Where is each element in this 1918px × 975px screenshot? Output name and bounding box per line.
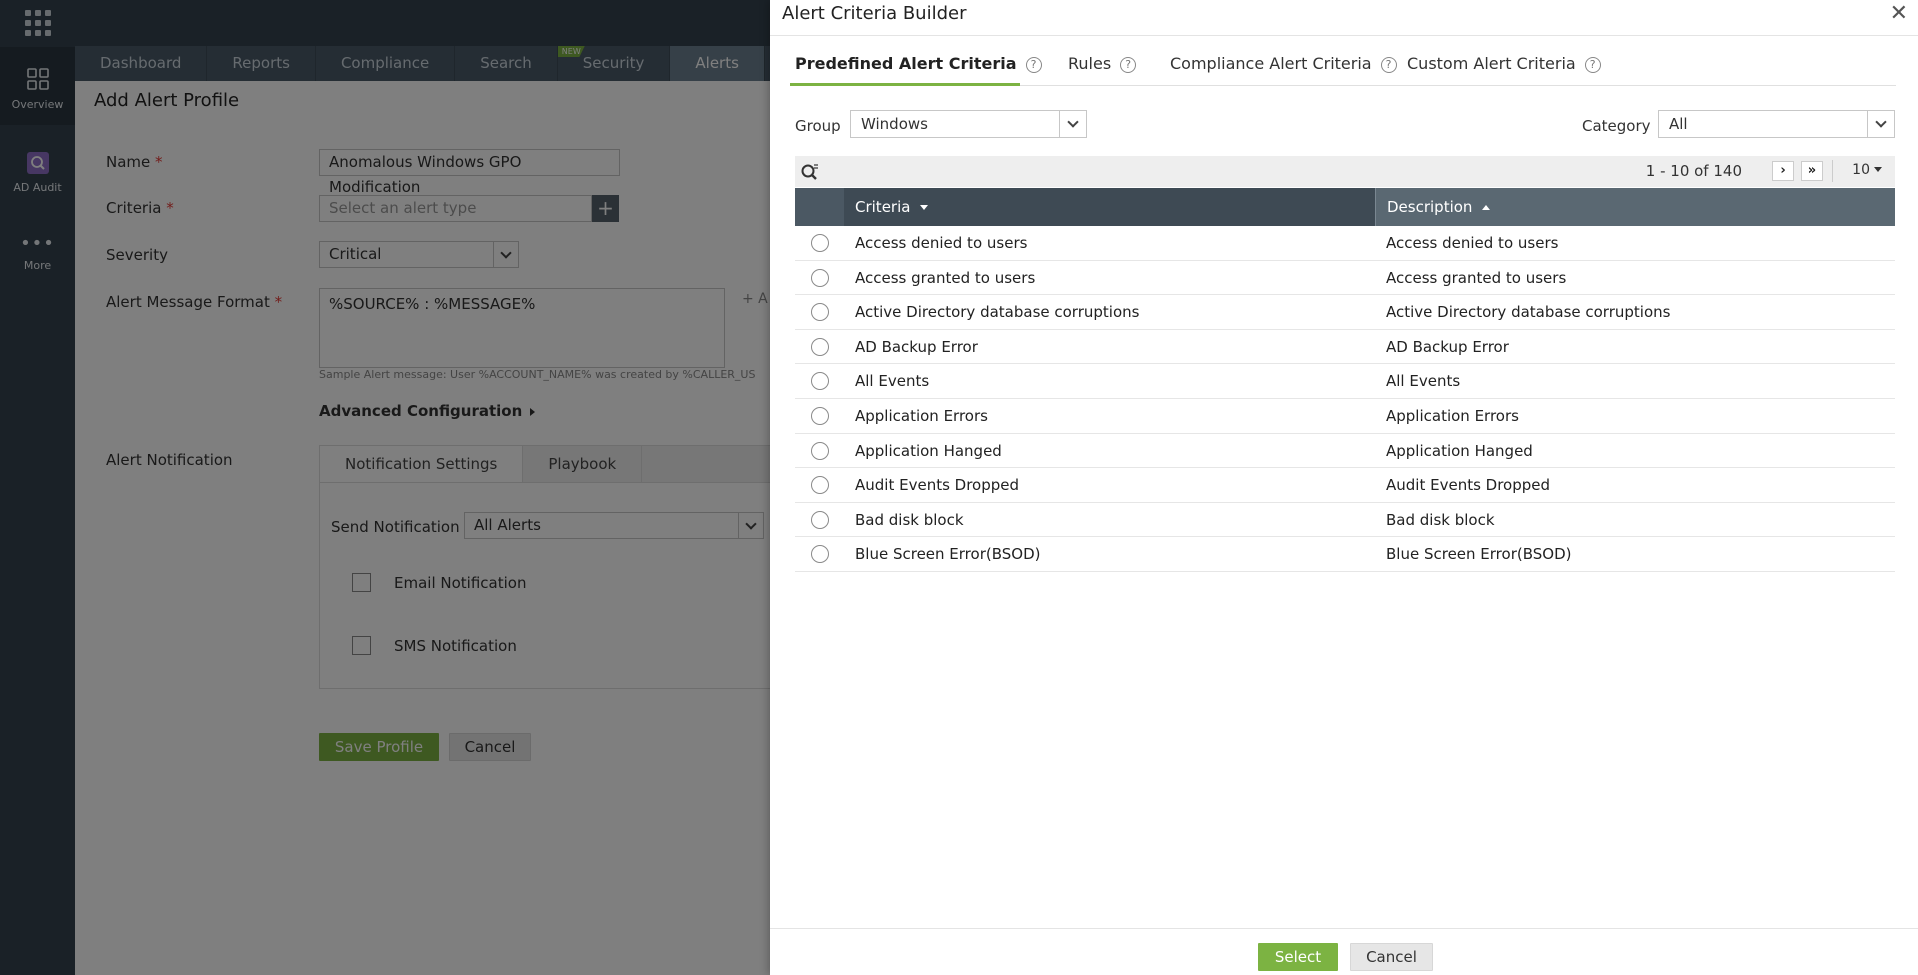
description-cell: All Events bbox=[1386, 372, 1461, 391]
group-select[interactable]: Windows bbox=[850, 110, 1087, 138]
help-icon[interactable]: ? bbox=[1380, 57, 1397, 73]
grid-toolbar: 1 - 10 of 140 › » 10 bbox=[795, 156, 1895, 187]
description-column-header[interactable]: Description bbox=[1375, 188, 1895, 226]
criteria-cell: Active Directory database corruptions bbox=[855, 303, 1140, 322]
category-value: All bbox=[1669, 115, 1688, 133]
description-cell: Application Errors bbox=[1386, 406, 1519, 425]
drawer-cancel-button[interactable]: Cancel bbox=[1350, 943, 1433, 971]
criteria-cell: Access denied to users bbox=[855, 234, 1028, 252]
table-body: Access denied to users Access denied to u… bbox=[795, 226, 1895, 572]
page-size-value: 10 bbox=[1852, 162, 1870, 178]
description-cell: Blue Screen Error(BSOD) bbox=[1386, 545, 1572, 564]
table-row[interactable]: Bad disk block Bad disk block bbox=[795, 503, 1895, 538]
row-radio[interactable] bbox=[811, 372, 829, 391]
tab-label: Compliance Alert Criteria bbox=[1170, 54, 1372, 73]
help-icon[interactable]: ? bbox=[1584, 57, 1601, 73]
modal-backdrop[interactable] bbox=[0, 0, 770, 975]
help-icon[interactable]: ? bbox=[1025, 57, 1042, 73]
category-label: Category bbox=[1582, 117, 1651, 135]
caret-down-icon bbox=[1874, 167, 1882, 172]
row-radio[interactable] bbox=[811, 476, 829, 495]
row-radio[interactable] bbox=[811, 234, 829, 252]
group-value: Windows bbox=[861, 115, 928, 133]
select-button[interactable]: Select bbox=[1258, 943, 1338, 971]
criteria-cell: Bad disk block bbox=[855, 510, 964, 529]
tab-label: Predefined Alert Criteria bbox=[795, 54, 1017, 73]
description-cell: Audit Events Dropped bbox=[1386, 476, 1551, 495]
criteria-cell: Application Hanged bbox=[855, 441, 1002, 460]
table-row[interactable]: Access denied to users Access denied to u… bbox=[795, 226, 1895, 261]
chevron-down-icon bbox=[1867, 111, 1894, 137]
criteria-column-header[interactable]: Criteria bbox=[844, 188, 1375, 226]
description-cell: Access denied to users bbox=[1386, 234, 1559, 252]
criteria-cell: AD Backup Error bbox=[855, 337, 978, 356]
row-radio[interactable] bbox=[811, 406, 829, 425]
category-select[interactable]: All bbox=[1658, 110, 1895, 138]
criteria-cell: Blue Screen Error(BSOD) bbox=[855, 545, 1041, 564]
close-icon[interactable]: ✕ bbox=[1890, 3, 1908, 25]
page-size-select[interactable]: 10 bbox=[1852, 162, 1882, 178]
description-cell: Access granted to users bbox=[1386, 268, 1567, 287]
table-row[interactable]: Active Directory database corruptions Act… bbox=[795, 295, 1895, 330]
row-radio[interactable] bbox=[811, 303, 829, 322]
criteria-tabs: Predefined Alert Criteria? Rules? Compli… bbox=[790, 49, 1896, 86]
table-header: Criteria Description bbox=[795, 188, 1895, 226]
table-row[interactable]: AD Backup Error AD Backup Error bbox=[795, 330, 1895, 365]
description-cell: Application Hanged bbox=[1386, 441, 1533, 460]
sort-down-icon bbox=[920, 205, 929, 210]
description-cell: Active Directory database corruptions bbox=[1386, 303, 1671, 322]
chevron-down-icon bbox=[1059, 111, 1086, 137]
last-page-button[interactable]: » bbox=[1801, 161, 1823, 181]
alert-criteria-builder-drawer: Alert Criteria Builder ✕ Predefined Aler… bbox=[770, 0, 1918, 975]
table-row[interactable]: Access granted to users Access granted to… bbox=[795, 261, 1895, 296]
table-row[interactable]: Audit Events Dropped Audit Events Dropped bbox=[795, 468, 1895, 503]
help-icon[interactable]: ? bbox=[1120, 57, 1137, 73]
row-radio[interactable] bbox=[811, 337, 829, 356]
criteria-cell: All Events bbox=[855, 372, 930, 391]
pagination-info: 1 - 10 of 140 bbox=[1645, 162, 1742, 180]
row-radio[interactable] bbox=[811, 510, 829, 529]
row-radio[interactable] bbox=[811, 441, 829, 460]
row-radio[interactable] bbox=[811, 268, 829, 287]
table-row[interactable]: Application Errors Application Errors bbox=[795, 399, 1895, 434]
description-cell: Bad disk block bbox=[1386, 510, 1495, 529]
drawer-title: Alert Criteria Builder bbox=[782, 3, 967, 24]
next-page-button[interactable]: › bbox=[1772, 161, 1794, 181]
table-row[interactable]: Application Hanged Application Hanged bbox=[795, 434, 1895, 469]
sort-up-icon bbox=[1482, 205, 1491, 210]
drawer-header: Alert Criteria Builder ✕ bbox=[770, 0, 1918, 36]
drawer-footer: Select Cancel bbox=[770, 928, 1918, 975]
tab-label: Custom Alert Criteria bbox=[1407, 54, 1576, 73]
description-cell: AD Backup Error bbox=[1386, 337, 1509, 356]
tab-custom-alert-criteria[interactable]: Custom Alert Criteria? bbox=[1407, 49, 1601, 86]
tab-label: Rules bbox=[1068, 54, 1112, 73]
tab-predefined-alert-criteria[interactable]: Predefined Alert Criteria? bbox=[790, 49, 1042, 86]
criteria-cell: Audit Events Dropped bbox=[855, 476, 1020, 495]
criteria-cell: Access granted to users bbox=[855, 268, 1036, 287]
tab-rules[interactable]: Rules? bbox=[1068, 49, 1137, 86]
row-radio[interactable] bbox=[811, 545, 829, 564]
criteria-cell: Application Errors bbox=[855, 406, 988, 425]
select-column-header bbox=[795, 188, 844, 226]
table-row[interactable]: All Events All Events bbox=[795, 364, 1895, 399]
pager-divider bbox=[1832, 160, 1833, 182]
criteria-table: Criteria Description Access denied to us… bbox=[795, 188, 1895, 572]
search-filter-icon[interactable] bbox=[800, 162, 820, 182]
tab-compliance-alert-criteria[interactable]: Compliance Alert Criteria? bbox=[1170, 49, 1397, 86]
group-label: Group bbox=[795, 117, 841, 135]
table-row[interactable]: Blue Screen Error(BSOD) Blue Screen Error… bbox=[795, 537, 1895, 572]
